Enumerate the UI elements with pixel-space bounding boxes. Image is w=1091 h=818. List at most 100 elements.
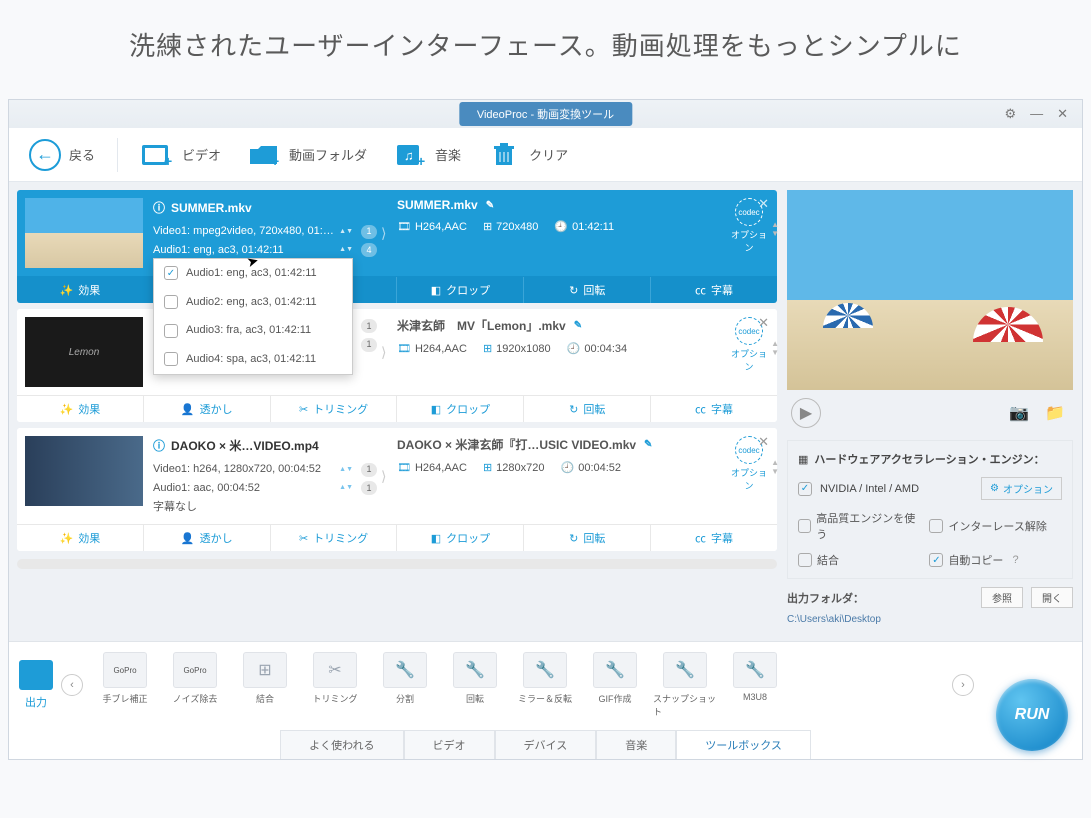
arrow-right-icon: ⟩ [381, 317, 393, 387]
deinterlace-checkbox[interactable]: インターレース解除 [929, 510, 1050, 542]
reorder-icon[interactable]: ▲▼ [771, 458, 779, 476]
help-icon[interactable]: ? [1012, 554, 1018, 566]
clear-button[interactable]: クリア [477, 136, 578, 174]
clip-edit-tabs: ✨効果 ミング ◧クロップ ↻回転 ㏄字幕 [17, 276, 777, 303]
snapshot-icon[interactable]: 📷 [1005, 403, 1033, 423]
subtitle-tab[interactable]: ㏄字幕 [650, 277, 777, 303]
spinner-icon[interactable]: ▲▼ [339, 226, 353, 238]
audio-stream-line[interactable]: Audio1: aac, 00:04:52 [153, 479, 335, 498]
audio-stream-line[interactable]: Audio1: eng, ac3, 01:42:11 [153, 241, 335, 260]
clip-item[interactable]: ⓘDAOKO × 米…VIDEO.mp4 Video1: h264, 1280x… [17, 428, 777, 551]
tool-gif[interactable]: 🔧GIF作成 [581, 650, 649, 720]
tab-video[interactable]: ビデオ [404, 730, 495, 759]
dropdown-item[interactable]: Audio2: eng, ac3, 01:42:11 [154, 288, 352, 317]
add-video-button[interactable]: + ビデオ [130, 136, 231, 174]
horizontal-scrollbar[interactable] [17, 559, 777, 569]
dropdown-item[interactable]: Audio4: spa, ac3, 01:42:11 [154, 345, 352, 374]
hq-engine-checkbox[interactable]: 高品質エンジンを使う [798, 510, 919, 542]
tool-denoise[interactable]: GoProノイズ除去 [161, 650, 229, 720]
tab-popular[interactable]: よく使われる [280, 730, 403, 759]
add-folder-button[interactable]: + 動画フォルダ [237, 136, 377, 174]
trim-tab[interactable]: ✂トリミング [270, 396, 397, 422]
edit-icon[interactable]: ✎ [644, 439, 652, 450]
merge-checkbox[interactable]: 結合 [798, 552, 919, 568]
back-label: 戻る [69, 145, 95, 164]
scroll-left-button[interactable]: ‹ [61, 674, 83, 696]
tab-device[interactable]: デバイス [495, 730, 597, 759]
rotate-tab[interactable]: ↻回転 [523, 396, 650, 422]
subtitle-tab[interactable]: ㏄字幕 [650, 525, 777, 551]
settings-icon[interactable]: ⚙ [1004, 106, 1016, 122]
reorder-icon[interactable]: ▲▼ [771, 220, 779, 238]
crop-tab[interactable]: ◧クロップ [396, 396, 523, 422]
open-folder-icon[interactable]: 📁 [1041, 403, 1069, 423]
bottom-bar: 出力 ‹ GoPro手ブレ補正 GoProノイズ除去 ⊞結合 ✂トリミング 🔧分… [9, 641, 1082, 759]
window-title: VideoProc - 動画変換ツール [459, 102, 632, 126]
clip-item[interactable]: Lemon Video1: h264, 1920x1080, 00:04:34▲… [17, 309, 777, 422]
rotate-tab[interactable]: ↻回転 [523, 525, 650, 551]
autocopy-checkbox[interactable]: ✓自動コピー? [929, 552, 1050, 568]
reorder-icon[interactable]: ▲▼ [771, 339, 779, 357]
effect-tab[interactable]: ✨効果 [17, 525, 143, 551]
clip-item[interactable]: ⓘSUMMER.mkv Video1: mpeg2video, 720x480,… [17, 190, 777, 303]
wrench-icon: 🔧 [663, 652, 707, 688]
watermark-tab[interactable]: 👤透かし [143, 525, 270, 551]
duration-text: 00:04:52 [578, 462, 621, 474]
spinner-icon[interactable]: ▲▼ [339, 482, 353, 494]
edit-icon[interactable]: ✎ [486, 200, 494, 211]
person-icon: 👤 [181, 532, 195, 545]
back-button[interactable]: ← 戻る [19, 135, 105, 175]
dropdown-item[interactable]: Audio3: fra, ac3, 01:42:11 [154, 316, 352, 345]
wrench-icon: ✂ [313, 652, 357, 688]
effect-tab[interactable]: ✨効果 [17, 277, 143, 303]
film-icon: 🎞 [397, 342, 411, 355]
resolution-text: 1920x1080 [496, 343, 550, 355]
browse-button[interactable]: 参照 [981, 587, 1023, 608]
trim-tab[interactable]: ✂トリミング [270, 525, 397, 551]
remove-clip-icon[interactable]: ✕ [758, 434, 769, 450]
gopro-icon: GoPro [103, 652, 147, 688]
tab-music[interactable]: 音楽 [596, 730, 676, 759]
crop-tab[interactable]: ◧クロップ [396, 277, 523, 303]
checkbox-icon[interactable]: ✓ [798, 482, 812, 496]
open-button[interactable]: 開く [1031, 587, 1073, 608]
tab-toolbox[interactable]: ツールボックス [676, 730, 811, 759]
output-format-button[interactable]: 出力 [19, 660, 53, 710]
src-filename: SUMMER.mkv [171, 198, 252, 218]
subtitle-tab[interactable]: ㏄字幕 [650, 396, 777, 422]
tool-snapshot[interactable]: 🔧スナップショット [651, 650, 719, 720]
spinner-icon[interactable]: ▲▼ [339, 244, 353, 256]
spinner-icon[interactable]: ▲▼ [339, 464, 353, 476]
main-area: ⓘSUMMER.mkv Video1: mpeg2video, 720x480,… [9, 182, 1082, 641]
subtitle-icon: ㏄ [695, 282, 706, 298]
tool-trim[interactable]: ✂トリミング [301, 650, 369, 720]
add-music-button[interactable]: ♫+ 音楽 [383, 136, 471, 174]
run-button[interactable]: RUN [996, 679, 1068, 751]
wrench-icon: 🔧 [733, 652, 777, 688]
watermark-tab[interactable]: 👤透かし [143, 396, 270, 422]
minimize-icon[interactable]: — [1030, 106, 1043, 122]
remove-clip-icon[interactable]: ✕ [758, 196, 769, 212]
tool-mirror[interactable]: 🔧ミラー＆反転 [511, 650, 579, 720]
tool-stabilize[interactable]: GoPro手ブレ補正 [91, 650, 159, 720]
tool-split[interactable]: 🔧分割 [371, 650, 439, 720]
duration-text: 00:04:34 [584, 343, 627, 355]
output-icon [19, 660, 53, 690]
scroll-right-button[interactable]: › [952, 674, 974, 696]
hwaccel-option-button[interactable]: ⚙オプション [981, 477, 1062, 500]
tool-m3u8[interactable]: 🔧M3U8 [721, 650, 789, 720]
rotate-icon: ↻ [569, 403, 578, 416]
play-button[interactable]: ▶ [791, 398, 821, 428]
rotate-tab[interactable]: ↻回転 [523, 277, 650, 303]
crop-tab[interactable]: ◧クロップ [396, 525, 523, 551]
wrench-icon: 🔧 [383, 652, 427, 688]
edit-icon[interactable]: ✎ [574, 320, 582, 331]
wrench-icon: 🔧 [523, 652, 567, 688]
effect-tab[interactable]: ✨効果 [17, 396, 143, 422]
tool-rotate[interactable]: 🔧回転 [441, 650, 509, 720]
remove-clip-icon[interactable]: ✕ [758, 315, 769, 331]
close-icon[interactable]: ✕ [1057, 106, 1068, 122]
wand-icon: ✨ [60, 403, 74, 416]
rotate-icon: ↻ [569, 284, 578, 297]
tool-merge[interactable]: ⊞結合 [231, 650, 299, 720]
